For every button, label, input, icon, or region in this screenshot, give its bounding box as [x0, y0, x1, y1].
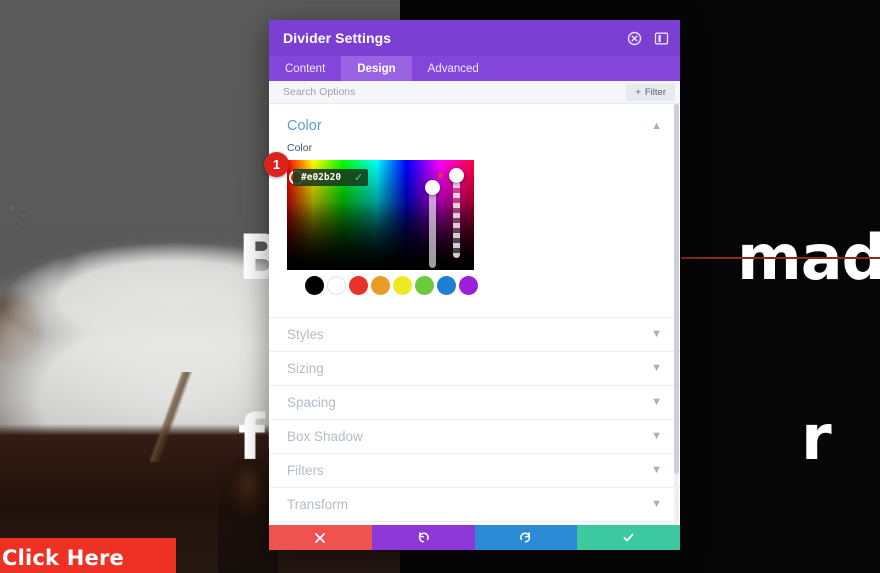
divider-module[interactable]	[681, 257, 880, 259]
hue-marker-dot	[438, 173, 443, 178]
section-header-color[interactable]: Color ▲	[269, 104, 680, 142]
modal-footer	[269, 525, 680, 550]
cancel-button[interactable]	[269, 525, 372, 550]
section-header-animation[interactable]: Animation ▼	[269, 522, 680, 525]
undo-button[interactable]	[371, 525, 475, 550]
swatch-purple[interactable]	[459, 276, 478, 295]
color-picker: #e02b20 ✓	[269, 160, 680, 295]
section-title-transform: Transform	[287, 497, 349, 512]
search-input[interactable]: Search Options	[283, 86, 626, 98]
section-title-spacing: Spacing	[287, 395, 336, 410]
modal-body: Color ▲ Color #e02b20 ✓ Styles ▼ Sizing …	[269, 104, 680, 525]
modal-tabs: Content Design Advanced	[269, 56, 680, 81]
section-title-box-shadow: Box Shadow	[287, 429, 363, 444]
hex-input-chip[interactable]: #e02b20 ✓	[293, 169, 369, 186]
section-header-sizing[interactable]: Sizing ▼	[269, 352, 680, 386]
section-header-box-shadow[interactable]: Box Shadow ▼	[269, 420, 680, 454]
checkmark-icon[interactable]: ✓	[354, 171, 363, 184]
swatch-white[interactable]	[327, 276, 346, 295]
filter-button[interactable]: + Filter	[626, 83, 675, 101]
chevron-down-icon: ▼	[651, 498, 662, 510]
plant-decor	[4, 200, 38, 260]
search-options-bar: Search Options + Filter	[269, 81, 680, 104]
save-button[interactable]	[577, 525, 680, 550]
callout-badge-1: 1	[264, 152, 289, 177]
section-header-spacing[interactable]: Spacing ▼	[269, 386, 680, 420]
alpha-slider[interactable]	[449, 168, 464, 258]
section-header-transform[interactable]: Transform ▼	[269, 488, 680, 522]
modal-title-actions	[626, 30, 670, 47]
chevron-up-icon: ▲	[651, 119, 662, 132]
modal-title: Divider Settings	[283, 30, 392, 46]
section-title-color: Color	[287, 118, 322, 134]
section-title-sizing: Sizing	[287, 361, 324, 376]
chair-leg	[150, 372, 194, 462]
redo-button[interactable]	[474, 525, 578, 550]
chevron-down-icon: ▼	[651, 396, 662, 408]
chevron-down-icon: ▼	[651, 362, 662, 374]
swatch-yellow[interactable]	[393, 276, 412, 295]
section-title-filters: Filters	[287, 463, 324, 478]
swatch-green[interactable]	[415, 276, 434, 295]
tab-content[interactable]: Content	[269, 56, 341, 81]
preset-swatches	[287, 270, 662, 295]
hex-input[interactable]: #e02b20	[301, 172, 341, 183]
chevron-down-icon: ▼	[651, 328, 662, 340]
filter-label: Filter	[644, 86, 666, 98]
chevron-down-icon: ▼	[651, 430, 662, 442]
modal-title-bar: Divider Settings	[269, 20, 680, 56]
section-title-styles: Styles	[287, 327, 324, 342]
click-here-button[interactable]: Click Here	[0, 538, 176, 573]
modal-scrollbar[interactable]	[674, 104, 679, 525]
chevron-down-icon: ▼	[651, 464, 662, 476]
swatch-red[interactable]	[349, 276, 368, 295]
section-header-filters[interactable]: Filters ▼	[269, 454, 680, 488]
hue-slider[interactable]	[425, 180, 440, 268]
close-icon[interactable]	[626, 30, 643, 47]
swatch-blue[interactable]	[437, 276, 456, 295]
section-header-styles[interactable]: Styles ▼	[269, 318, 680, 352]
hue-slider-knob[interactable]	[425, 180, 440, 195]
plus-icon: +	[635, 86, 641, 98]
color-field-label: Color	[287, 142, 313, 154]
saturation-value-area[interactable]: #e02b20 ✓	[287, 160, 474, 270]
modal-scrollbar-thumb[interactable]	[674, 104, 679, 474]
tab-design[interactable]: Design	[341, 56, 412, 81]
swatch-black[interactable]	[305, 276, 324, 295]
alpha-slider-knob[interactable]	[449, 168, 464, 183]
tab-advanced[interactable]: Advanced	[412, 56, 495, 81]
divider-settings-modal: Divider Settings Content Design Advanced…	[269, 20, 680, 550]
swatch-orange[interactable]	[371, 276, 390, 295]
panel-layout-icon[interactable]	[653, 30, 670, 47]
